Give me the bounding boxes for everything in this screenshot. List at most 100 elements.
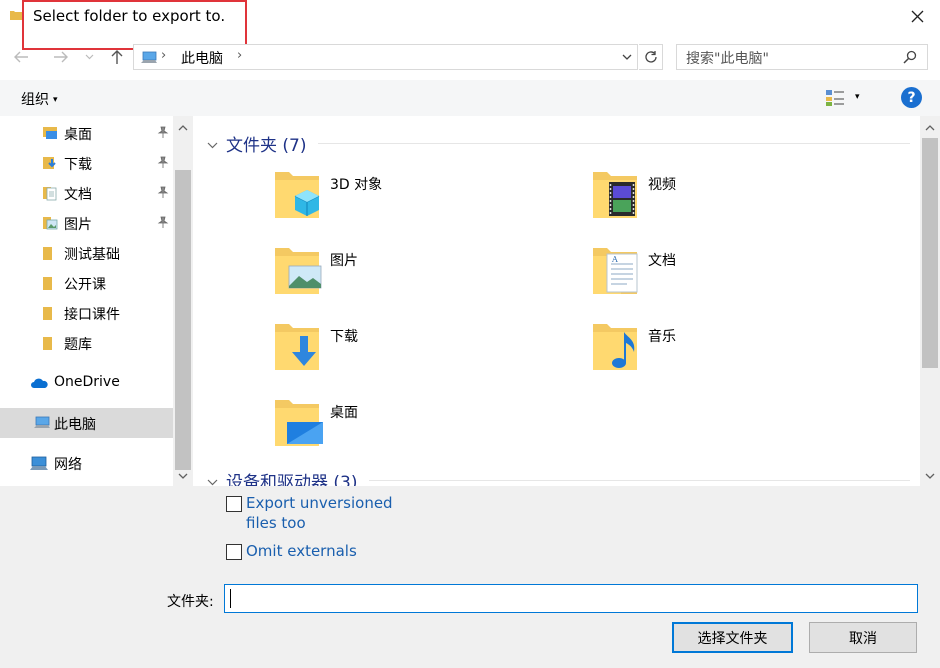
folder-item-desktop[interactable]: 桌面 [273,396,573,456]
nav-item-pictures[interactable]: 图片 [0,208,173,238]
folder-item-videos[interactable]: 视频 [591,168,891,228]
export-unversioned-line1: Export unversioned [246,494,393,512]
nav-item-folder[interactable]: 测试基础 [0,238,173,268]
pictures-folder-icon [275,248,322,294]
nav-item-label: 此电脑 [54,417,96,433]
omit-externals-label[interactable]: Omit externals [246,541,357,561]
folder-item-downloads[interactable]: 下载 [273,320,573,380]
group-title: 文件夹 (7) [226,136,307,156]
refresh-button[interactable] [639,44,663,70]
group-divider [369,480,910,481]
desktop-folder-icon [275,400,323,446]
computer-icon [141,51,157,63]
pin-icon[interactable] [157,126,169,138]
downloads-folder-icon [43,157,56,169]
up-button[interactable] [106,46,128,68]
nav-item-label: 图片 [64,217,92,233]
nav-item-folder[interactable]: 公开课 [0,268,173,298]
nav-item-label: 网络 [54,457,82,473]
select-folder-button[interactable]: 选择文件夹 [672,622,793,653]
nav-item-folder[interactable]: 题库 [0,328,173,358]
group-title: 设备和驱动器 (3) [226,473,358,486]
folder-field-label: 文件夹: [167,594,214,610]
omit-externals-checkbox[interactable] [226,544,242,560]
close-icon [911,10,923,22]
recent-locations-button[interactable] [82,46,96,68]
title-bar: Select folder to export to. [0,0,940,50]
folder-item-pictures[interactable]: 图片 [273,244,573,304]
organize-menu-button[interactable]: 组织 ▾ [21,89,58,109]
folder-item-music[interactable]: 音乐 [591,320,891,380]
nav-item-label: 题库 [64,337,92,353]
nav-scrollbar[interactable] [173,116,193,486]
chevron-down-icon[interactable] [207,138,218,152]
folder-item-3d-objects[interactable]: 3D 对象 [273,168,573,228]
breadcrumb-separator[interactable]: › [237,48,242,63]
nav-item-label: 接口课件 [64,307,120,323]
search-input[interactable]: 搜索"此电脑" [686,48,769,68]
scrollbar-thumb[interactable] [175,170,191,470]
caret-down-icon: ▾ [53,95,58,105]
command-bar: 组织 ▾ ▾ ? [0,80,940,116]
scrollbar-thumb[interactable] [922,138,938,368]
back-button[interactable] [10,46,32,68]
text-cursor [230,589,231,608]
help-icon[interactable]: ? [901,87,922,108]
nav-item-desktop[interactable]: 桌面 [0,118,173,148]
folder-name: 图片 [330,253,358,269]
group-header-folders[interactable]: 文件夹 (7) [207,131,306,156]
nav-item-network[interactable]: 网络 [0,448,173,478]
view-menu-caret[interactable]: ▾ [855,92,860,102]
nav-item-onedrive[interactable]: OneDrive [0,368,173,398]
export-unversioned-label[interactable]: Export unversioned files too [246,493,393,533]
folder-icon [43,337,52,350]
folder-name: 视频 [648,177,676,193]
folder-item-documents[interactable]: A 文档 [591,244,891,304]
nav-item-documents[interactable]: 文档 [0,178,173,208]
nav-item-label: 公开课 [64,277,106,293]
cancel-button[interactable]: 取消 [809,622,917,653]
pin-icon[interactable] [157,216,169,228]
content-pane: 文件夹 (7) 3D 对象 视频 图片 A 文档 下载 音乐 桌面 设备和驱动器… [193,116,920,486]
chevron-down-icon[interactable] [621,50,633,64]
group-header-devices[interactable]: 设备和驱动器 (3) [207,468,357,486]
folder-name-input[interactable] [224,584,918,613]
pin-icon[interactable] [157,156,169,168]
nav-item-folder[interactable]: 接口课件 [0,298,173,328]
3d-objects-folder-icon [275,172,320,218]
chevron-down-icon[interactable] [207,475,218,486]
documents-folder-icon [43,187,57,201]
scroll-down-icon[interactable] [920,466,940,486]
arrow-right-icon [54,51,68,63]
scroll-up-icon[interactable] [173,118,193,138]
cloud-icon [31,378,48,388]
navigation-pane: 桌面 下载 文档 图片 测试基础 公开课 接口课件 题库 OneDrive 此电… [0,116,193,486]
breadcrumb-separator[interactable]: › [161,48,166,63]
nav-item-label: 下载 [64,157,92,173]
downloads-folder-icon [275,324,319,370]
nav-item-this-pc[interactable]: 此电脑 [0,408,173,438]
folder-name: 3D 对象 [330,177,383,193]
export-unversioned-checkbox[interactable] [226,496,242,512]
address-bar[interactable]: › 此电脑 › [133,44,638,70]
breadcrumb-this-pc[interactable]: 此电脑 [181,48,223,68]
scroll-up-icon[interactable] [920,118,940,138]
nav-item-label: 文档 [64,187,92,203]
nav-item-downloads[interactable]: 下载 [0,148,173,178]
forward-button[interactable] [50,46,72,68]
music-folder-icon [593,324,637,370]
folder-icon [43,247,52,260]
folder-icon [10,11,22,20]
group-divider [318,143,910,144]
folder-icon [43,277,52,290]
content-scrollbar[interactable] [920,116,940,486]
pin-icon[interactable] [157,186,169,198]
svg-text:A: A [611,255,618,264]
view-options-icon[interactable] [825,89,845,107]
folder-picker-dialog: Select folder to export to. › 此电脑 › 搜索"此… [0,0,940,668]
search-box[interactable]: 搜索"此电脑" [676,44,928,70]
close-button[interactable] [894,0,940,32]
network-icon [30,456,48,470]
documents-folder-icon: A [593,248,638,294]
scroll-down-icon[interactable] [173,466,193,486]
